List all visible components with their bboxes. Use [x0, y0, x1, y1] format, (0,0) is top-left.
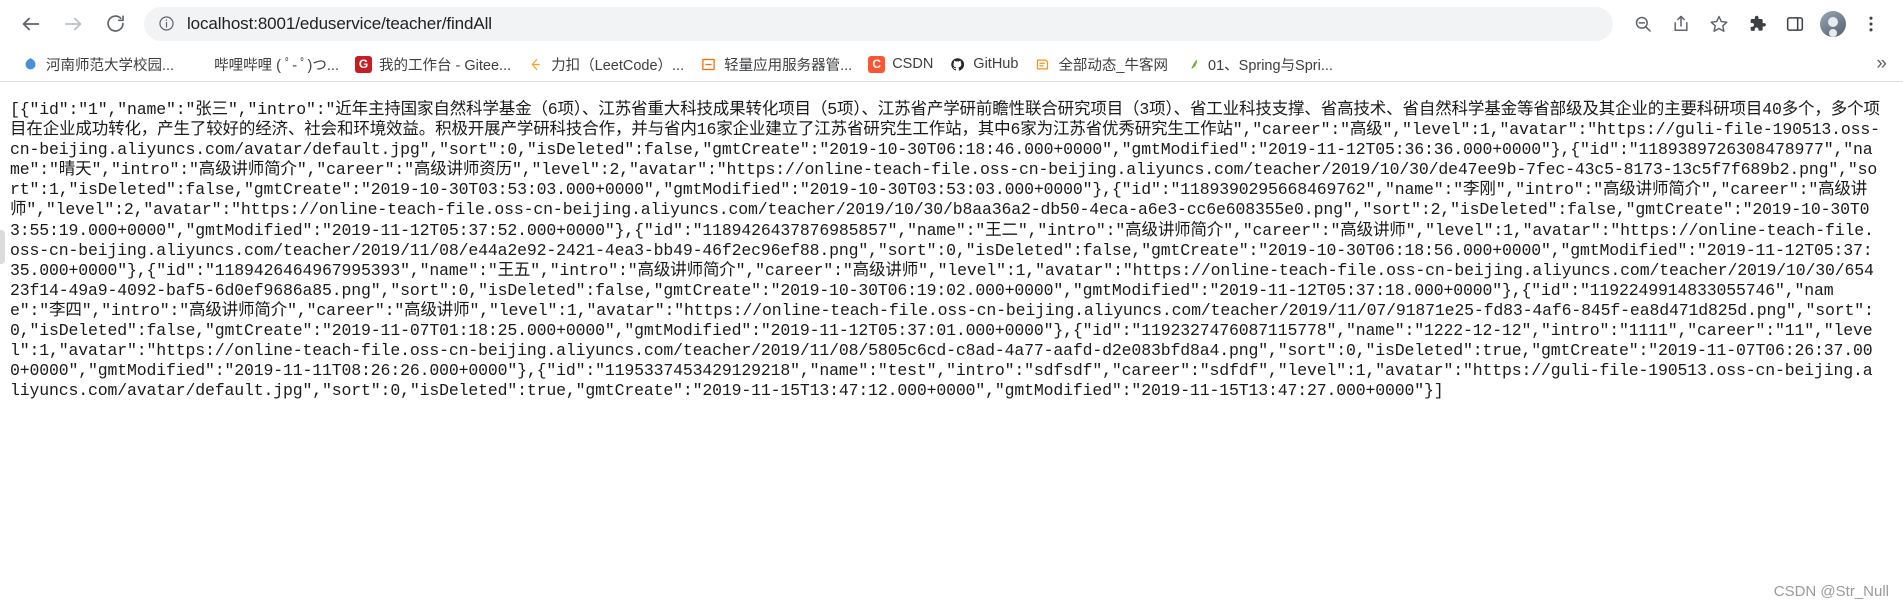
- profile-avatar-icon[interactable]: [1815, 6, 1851, 42]
- forward-arrow-icon: [64, 17, 82, 30]
- bookmark-label: 我的工作台 - Gitee...: [378, 57, 512, 74]
- bookmark-label: 力扣（LeetCode）...: [551, 57, 685, 74]
- avatar: [1820, 10, 1846, 37]
- share-icon[interactable]: [1663, 6, 1699, 42]
- three-dot-menu-icon[interactable]: [1853, 6, 1889, 42]
- site-information-icon[interactable]: [158, 15, 175, 32]
- github-icon: [949, 56, 966, 73]
- bookmark-item[interactable]: 河南师范大学校园...: [14, 51, 182, 77]
- bookmark-item[interactable]: G 我的工作台 - Gitee...: [347, 51, 519, 77]
- bookmark-label: 01、Spring与Spri...: [1208, 57, 1333, 74]
- bookmark-item[interactable]: 轻量应用服务器管...: [692, 51, 860, 77]
- bookmark-label: 河南师范大学校园...: [46, 57, 175, 74]
- bookmark-label: 轻量应用服务器管...: [724, 57, 853, 74]
- bookmark-label: CSDN: [892, 56, 934, 72]
- reload-icon: [106, 15, 124, 32]
- bookmark-label: GitHub: [973, 56, 1019, 72]
- browser-window: localhost:8001/eduservice/teacher/findAl…: [0, 0, 1903, 609]
- tencent-cloud-icon: [700, 56, 717, 73]
- gitee-icon: G: [354, 55, 372, 73]
- scrollbar-nub[interactable]: [0, 230, 5, 264]
- json-response-body: [{"id":"1","name":"张三","intro":"近年主持国家自然…: [10, 100, 1880, 401]
- bookmark-item[interactable]: 哔哩哔哩 ( ﾟ- ﾟ)つ...: [182, 51, 347, 77]
- csdn-icon: C: [868, 55, 886, 73]
- bookmark-item[interactable]: 01、Spring与Spri...: [1176, 51, 1341, 77]
- nowcoder-icon: [1034, 56, 1051, 73]
- back-button[interactable]: [10, 3, 52, 45]
- address-bar-url: localhost:8001/eduservice/teacher/findAl…: [187, 13, 492, 33]
- side-panel-icon[interactable]: [1777, 6, 1813, 42]
- leaf-icon: [22, 56, 39, 73]
- address-bar[interactable]: localhost:8001/eduservice/teacher/findAl…: [144, 6, 1613, 41]
- watermark-text: CSDN @Str_Null: [1773, 583, 1889, 600]
- bookmarks-bar: 河南师范大学校园... 哔哩哔哩 ( ﾟ- ﾟ)つ... G 我的工作台 - Gite…: [0, 47, 1903, 82]
- back-arrow-icon: [22, 17, 40, 30]
- bookmark-label: 哔哩哔哩 ( ﾟ- ﾟ)つ...: [214, 57, 339, 74]
- forward-button[interactable]: [52, 3, 94, 45]
- extensions-puzzle-icon[interactable]: [1739, 6, 1775, 42]
- page-content: [{"id":"1","name":"张三","intro":"近年主持国家自然…: [0, 82, 1903, 608]
- spring-leaf-icon: [1184, 56, 1201, 73]
- browser-toolbar: localhost:8001/eduservice/teacher/findAl…: [0, 0, 1903, 47]
- bookmark-item[interactable]: C CSDN: [860, 51, 941, 77]
- bookmark-item[interactable]: 全部动态_牛客网: [1026, 51, 1176, 77]
- bookmark-item[interactable]: GitHub: [941, 51, 1026, 77]
- reload-button[interactable]: [94, 3, 136, 45]
- bookmarks-overflow-button[interactable]: »: [1872, 53, 1891, 75]
- bilibili-icon: [190, 56, 207, 73]
- leetcode-icon: [527, 56, 544, 73]
- zoom-icon[interactable]: [1625, 6, 1661, 42]
- bookmark-label: 全部动态_牛客网: [1058, 57, 1169, 74]
- bookmark-star-icon[interactable]: [1701, 6, 1737, 42]
- bookmark-item[interactable]: 力扣（LeetCode）...: [519, 51, 692, 77]
